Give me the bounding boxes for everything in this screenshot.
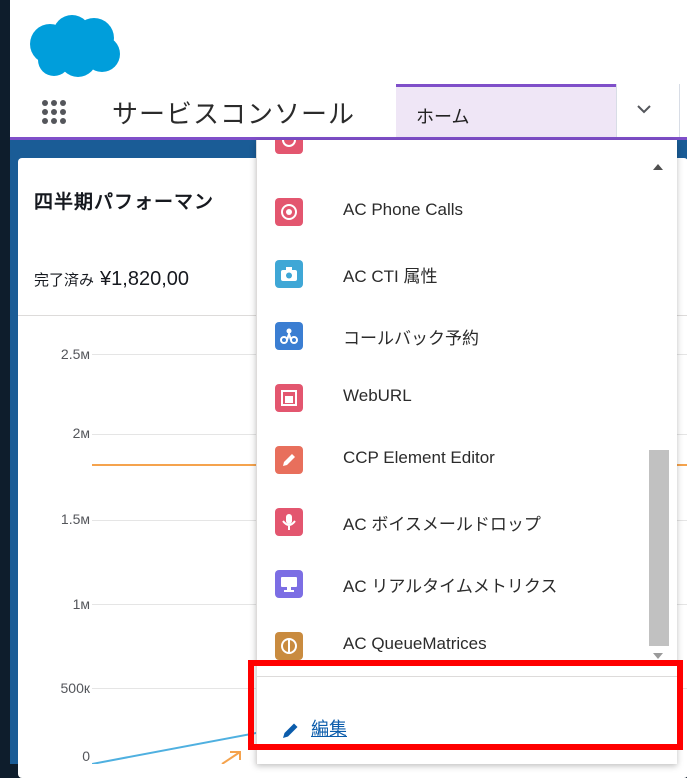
pencil-icon bbox=[275, 446, 303, 474]
phone-calls-icon bbox=[275, 140, 303, 154]
callback-icon bbox=[275, 322, 303, 350]
menu-item-label: AC リアルタイムメトリクス bbox=[343, 577, 558, 596]
menu-item-label: WebURL bbox=[343, 386, 412, 405]
y-tick-label: 0 bbox=[82, 748, 90, 764]
app-launcher-icon[interactable] bbox=[42, 100, 66, 124]
y-tick-label: 500к bbox=[60, 680, 90, 696]
metric-value: ¥1,820,00 bbox=[100, 268, 189, 290]
y-tick-label: 1м bbox=[72, 596, 90, 612]
tab-home-label: ホーム bbox=[416, 107, 470, 127]
menu-item-ac-cti-attr[interactable]: AC CTI 属性 bbox=[275, 254, 635, 294]
metric-label: 完了済み bbox=[34, 272, 95, 289]
tab-divider bbox=[616, 84, 617, 137]
card-title: 四半期パフォーマン bbox=[34, 192, 215, 213]
global-header bbox=[10, 0, 687, 84]
app-nav-bar: サービスコンソール ホーム bbox=[10, 84, 687, 140]
scroll-up-icon[interactable] bbox=[653, 164, 663, 170]
chevron-down-icon[interactable] bbox=[636, 102, 652, 120]
menu-item-label: AC QueueMatrices bbox=[343, 634, 487, 653]
microphone-icon bbox=[275, 508, 303, 536]
y-tick-label: 2.5м bbox=[60, 346, 90, 362]
y-tick-label: 1.5м bbox=[60, 511, 90, 527]
closed-metric: 完了済み ¥1,820,00 bbox=[34, 268, 189, 291]
arrow-annotation bbox=[221, 751, 241, 764]
menu-item-label: コールバック予約 bbox=[343, 329, 479, 348]
queue-icon bbox=[275, 632, 303, 660]
scrollbar-thumb[interactable] bbox=[649, 450, 669, 646]
menu-item-label: AC Phone Calls bbox=[343, 200, 464, 219]
highlight-box bbox=[248, 660, 683, 750]
menu-item-partial[interactable] bbox=[275, 140, 635, 180]
menu-item-ccp-editor[interactable]: CCP Element Editor bbox=[275, 440, 635, 480]
menu-item-label: AC ボイスメールドロップ bbox=[343, 515, 541, 534]
salesforce-logo[interactable] bbox=[28, 14, 122, 83]
menu-item-realtime-metrics[interactable]: AC リアルタイムメトリクス bbox=[275, 564, 635, 604]
menu-item-voicemail[interactable]: AC ボイスメールドロップ bbox=[275, 502, 635, 542]
menu-item-label: CCP Element Editor bbox=[343, 448, 495, 467]
menu-item-callback[interactable]: コールバック予約 bbox=[275, 316, 635, 356]
camera-icon bbox=[275, 260, 303, 288]
phone-calls-icon bbox=[275, 198, 303, 226]
menu-item-weburl[interactable]: WebURL bbox=[275, 378, 635, 418]
menu-item-label: AC CTI 属性 bbox=[343, 267, 438, 286]
y-tick-label: 2м bbox=[72, 425, 90, 441]
scroll-down-icon[interactable] bbox=[653, 653, 663, 659]
monitor-icon bbox=[275, 570, 303, 598]
tab-divider bbox=[679, 84, 680, 137]
app-name: サービスコンソール bbox=[112, 99, 356, 129]
tab-home[interactable]: ホーム bbox=[396, 84, 616, 137]
web-url-icon bbox=[275, 384, 303, 412]
menu-item-ac-phone-calls[interactable]: AC Phone Calls bbox=[275, 192, 635, 232]
